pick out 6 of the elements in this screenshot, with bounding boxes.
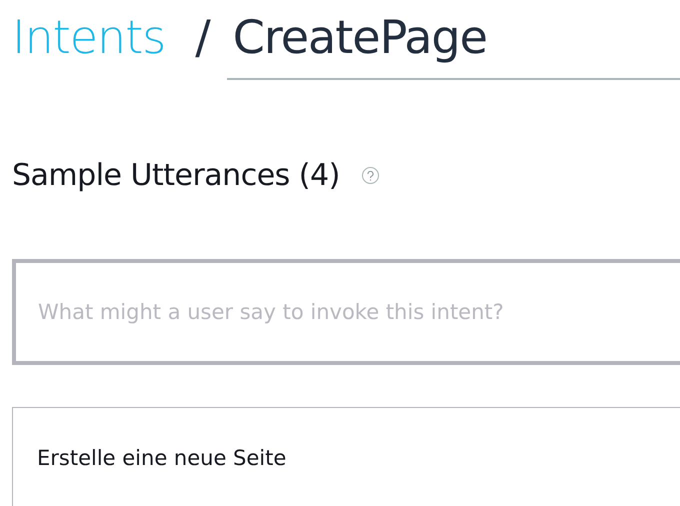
section-title: Sample Utterances (4) — [12, 158, 340, 193]
utterance-text: Erstelle eine neue Seite — [37, 446, 286, 470]
intent-name-field[interactable]: CreatePage — [226, 2, 680, 80]
utterance-input-field[interactable]: What might a user say to invoke this intent? — [12, 259, 680, 365]
help-icon[interactable] — [362, 167, 379, 184]
breadcrumb-separator: / — [195, 14, 211, 60]
